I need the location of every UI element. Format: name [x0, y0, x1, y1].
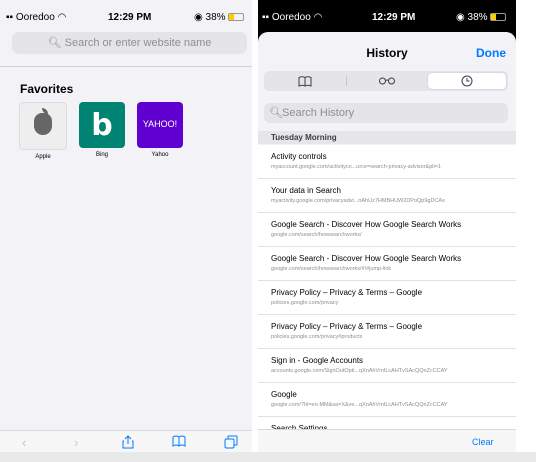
clock-label: 12:29 PM [372, 12, 416, 23]
history-row-title: Google Search - Discover How Google Sear… [271, 220, 462, 229]
history-row-title: Google [271, 390, 297, 399]
bookmarks-icon[interactable] [172, 435, 186, 450]
history-row[interactable]: Google Search - Discover How Google Sear… [258, 213, 516, 247]
history-row-title: Privacy Policy – Privacy & Terms – Googl… [271, 322, 423, 331]
share-icon[interactable] [122, 435, 134, 452]
history-row-title: Sign in - Google Accounts [271, 356, 364, 365]
tabs-icon[interactable] [224, 435, 238, 452]
book-icon[interactable] [266, 73, 344, 89]
history-row-title: Privacy Policy – Privacy & Terms – Googl… [271, 288, 423, 297]
clear-button[interactable]: Clear [472, 437, 494, 447]
favorites-heading: Favorites [20, 82, 74, 96]
forward-icon[interactable]: › [74, 435, 78, 450]
history-row[interactable]: Google google.com/?hl=en-MM&sa=X&ve...qX… [258, 383, 516, 417]
history-toolbar: Clear [258, 429, 516, 452]
history-row[interactable]: Privacy Policy – Privacy & Terms – Googl… [258, 281, 516, 315]
segmented-control [264, 71, 508, 91]
favorite-yahoo[interactable]: YAHOO! Yahoo [136, 102, 184, 158]
history-row-url: myactivity.google.com/privacyadvi...nAhU… [271, 198, 445, 204]
search-icon: 🔍︎ [269, 107, 283, 119]
favorite-label: Yahoo [151, 152, 169, 158]
favorite-bing[interactable]: b Bing [78, 102, 126, 158]
history-row-url: policies.google.com/privacy#products [271, 334, 363, 340]
address-bar[interactable]: 🔍︎ Search or enter website name [12, 32, 247, 54]
address-bar-placeholder: Search or enter website name [64, 37, 212, 49]
history-row[interactable]: Google Search - Discover How Google Sear… [258, 247, 516, 281]
yahoo-logo-icon: YAHOO! [137, 102, 183, 148]
history-row-title: Your data in Search [271, 186, 341, 195]
carrier-label: ▪▪ Ooredoo ◠ [262, 12, 323, 23]
segment-divider [346, 76, 347, 86]
bing-logo-icon: b [79, 102, 125, 148]
clock-icon[interactable] [428, 73, 506, 89]
apple-logo-icon [19, 102, 67, 150]
history-row-title: Google Search - Discover How Google Sear… [271, 254, 462, 263]
history-search-input[interactable]: 🔍︎ Search History [264, 103, 508, 123]
bottom-toolbar: ‹ › [0, 430, 252, 452]
back-icon[interactable]: ‹ [22, 435, 26, 450]
history-row-url: policies.google.com/privacy [271, 300, 339, 306]
history-row-url: google.com/?hl=en-MM&sa=X&ve...qXnAhVmIL… [271, 402, 448, 408]
bottom-strip [0, 452, 536, 462]
section-header: Tuesday Morning [258, 131, 516, 144]
history-screen: ▪▪ Ooredoo ◠ 12:29 PM ◉ 38% History Done… [258, 0, 516, 452]
battery-indicator: ◉ 38% [194, 12, 245, 23]
favorite-apple[interactable]: Apple [19, 102, 67, 160]
history-row-title: Activity controls [271, 152, 327, 161]
history-row[interactable]: Activity controls myaccount.google.com/a… [258, 145, 516, 179]
history-row-url: google.com/search/howsearchworks/#!#jump… [271, 266, 392, 272]
glasses-icon[interactable] [348, 73, 426, 89]
status-bar: ▪▪ Ooredoo ◠ 12:29 PM ◉ 38% [0, 0, 252, 26]
safari-start-page: ▪▪ Ooredoo ◠ 12:29 PM ◉ 38% 🔍︎ Search or… [0, 0, 252, 452]
history-row-url: accounts.google.com/SignOutOpti...qXnAhV… [271, 368, 448, 374]
history-sheet: History Done 🔍︎ Search History Tuesday M… [258, 32, 516, 452]
status-bar: ▪▪ Ooredoo ◠ 12:29 PM ◉ 38% [258, 0, 516, 30]
history-search-placeholder: Search History [282, 107, 355, 119]
history-row[interactable]: Your data in Search myactivity.google.co… [258, 179, 516, 213]
clock-label: 12:29 PM [108, 12, 152, 23]
history-row[interactable]: Privacy Policy – Privacy & Terms – Googl… [258, 315, 516, 349]
favorite-label: Bing [95, 152, 108, 158]
favorite-label: Apple [35, 154, 51, 160]
history-row-url: myaccount.google.com/activityco...urce=s… [271, 164, 441, 170]
divider [0, 66, 252, 67]
done-button[interactable]: Done [476, 46, 506, 60]
battery-indicator: ◉ 38% [456, 12, 507, 23]
history-row-url: google.com/search/howsearchworks/ [271, 232, 362, 238]
search-icon: 🔍︎ [47, 37, 62, 49]
history-row[interactable]: Sign in - Google Accounts accounts.googl… [258, 349, 516, 383]
carrier-label: ▪▪ Ooredoo ◠ [6, 12, 67, 23]
